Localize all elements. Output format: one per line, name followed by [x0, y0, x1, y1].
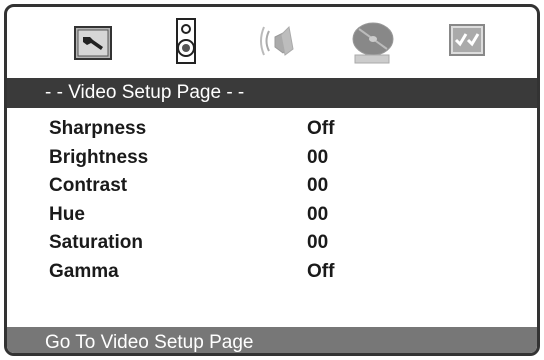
setting-label: Hue	[49, 203, 85, 225]
setting-value: Off	[307, 118, 335, 139]
preference-checklist-icon[interactable]	[439, 15, 493, 69]
settings-list: Sharpness Off Brightness 00 Contrast 00 …	[49, 115, 509, 286]
setting-value: 00	[307, 175, 329, 196]
audio-icon[interactable]	[253, 15, 307, 69]
setting-value: Off	[307, 260, 335, 282]
setting-label: Saturation	[49, 232, 143, 253]
page-title: - - Video Setup Page - -	[7, 78, 537, 108]
osd-menu-screen: - - Video Setup Page - - Sharpness Off B…	[4, 4, 540, 356]
setting-row-gamma[interactable]: Gamma Off	[49, 258, 509, 287]
setting-row-saturation[interactable]: Saturation 00	[49, 229, 509, 258]
setting-row-contrast[interactable]: Contrast 00	[49, 172, 509, 201]
setting-value: 00	[307, 203, 329, 225]
video-disc-icon[interactable]	[345, 15, 399, 69]
setting-label: Brightness	[49, 146, 149, 168]
speaker-icon[interactable]	[159, 15, 213, 69]
status-bar: Go To Video Setup Page	[7, 327, 537, 353]
setting-value: 00	[307, 232, 329, 253]
setting-label: Gamma	[49, 260, 119, 282]
setting-row-hue[interactable]: Hue 00	[49, 201, 509, 230]
setting-row-brightness[interactable]: Brightness 00	[49, 144, 509, 173]
setting-label: Sharpness	[49, 118, 147, 139]
setting-row-sharpness[interactable]: Sharpness Off	[49, 115, 509, 144]
setting-label: Contrast	[49, 175, 128, 196]
setup-tab-row	[7, 7, 537, 75]
wrench-icon[interactable]	[65, 15, 119, 69]
setting-value: 00	[307, 146, 329, 168]
